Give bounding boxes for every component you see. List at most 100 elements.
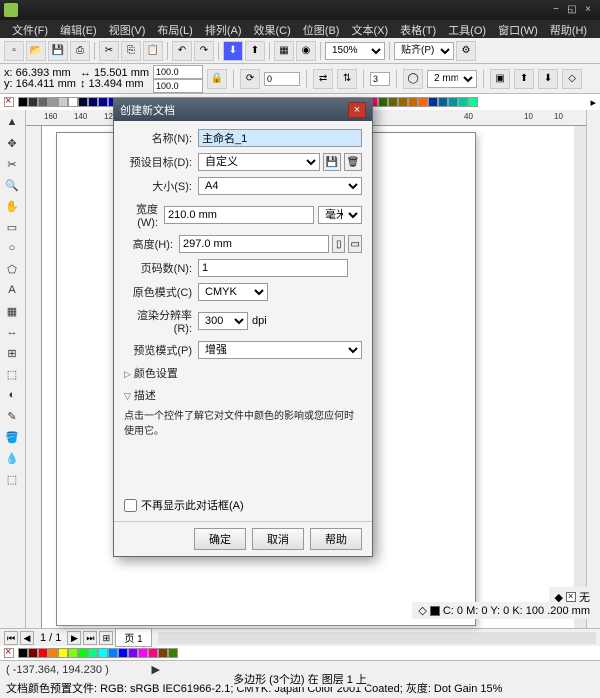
ok-button[interactable]: 确定 — [194, 528, 246, 550]
maximize-button[interactable]: ◱ — [564, 3, 580, 17]
width-unit-select[interactable]: 毫米 — [318, 206, 362, 224]
menu-item[interactable]: 表格(T) — [394, 20, 442, 38]
options-button[interactable]: ⚙ — [456, 41, 476, 61]
color-swatch[interactable] — [78, 97, 88, 107]
help-button[interactable]: 帮助 — [310, 528, 362, 550]
cut-button[interactable]: ✂ — [99, 41, 119, 61]
preview-select[interactable]: 增强 — [198, 341, 362, 359]
export-button[interactable]: ⬆ — [245, 41, 265, 61]
menu-item[interactable]: 排列(A) — [199, 20, 248, 38]
menu-item[interactable]: 工具(O) — [442, 20, 492, 38]
scale-y-input[interactable] — [153, 79, 203, 93]
color-swatch[interactable] — [438, 97, 448, 107]
color-swatch[interactable] — [38, 648, 48, 658]
delete-preset-icon[interactable]: 🗑 — [344, 153, 362, 171]
tool-7[interactable]: ⬠ — [2, 259, 22, 279]
portrait-icon[interactable]: ▯ — [332, 235, 346, 253]
tool-14[interactable]: ✎ — [2, 406, 22, 426]
color-swatch[interactable] — [428, 97, 438, 107]
noshow-checkbox[interactable] — [124, 499, 137, 512]
menu-item[interactable]: 视图(V) — [103, 20, 152, 38]
import-button[interactable]: ⬇ — [223, 41, 243, 61]
color-swatch[interactable] — [18, 97, 28, 107]
color-swatch[interactable] — [418, 97, 428, 107]
tool-9[interactable]: ▦ — [2, 301, 22, 321]
tool-3[interactable]: 🔍 — [2, 175, 22, 195]
dialog-titlebar[interactable]: 创建新文档 × — [114, 99, 372, 121]
color-swatch[interactable] — [48, 648, 58, 658]
tool-15[interactable]: 🪣 — [2, 427, 22, 447]
color-swatch[interactable] — [98, 648, 108, 658]
tool-11[interactable]: ⊞ — [2, 343, 22, 363]
dialog-close-button[interactable]: × — [348, 102, 366, 118]
color-swatch[interactable] — [48, 97, 58, 107]
palette-scroll-right-icon[interactable]: ▸ — [590, 96, 596, 109]
color-swatch[interactable] — [118, 648, 128, 658]
color-settings-section[interactable]: ▷颜色设置 — [124, 365, 362, 381]
no-fill-swatch[interactable] — [4, 97, 14, 107]
menu-item[interactable]: 窗口(W) — [492, 20, 544, 38]
colormode-select[interactable]: CMYK — [198, 283, 268, 301]
color-swatch[interactable] — [408, 97, 418, 107]
tool-13[interactable]: ◐ — [2, 385, 22, 405]
color-swatch[interactable] — [68, 97, 78, 107]
add-page-button[interactable]: ⊞ — [99, 631, 113, 645]
rotate-button[interactable]: ⟳ — [240, 69, 260, 89]
menu-item[interactable]: 编辑(E) — [54, 20, 103, 38]
horizontal-scrollbar[interactable] — [158, 632, 596, 644]
snap-select[interactable]: 贴齐(P) — [394, 42, 454, 60]
pages-input[interactable] — [198, 259, 348, 277]
menu-item[interactable]: 位图(B) — [297, 20, 346, 38]
color-swatch[interactable] — [148, 648, 158, 658]
size-select[interactable]: A4 — [198, 177, 362, 195]
print-button[interactable]: ⎙ — [70, 41, 90, 61]
color-swatch[interactable] — [468, 97, 478, 107]
color-swatch[interactable] — [458, 97, 468, 107]
color-swatch[interactable] — [108, 648, 118, 658]
color-swatch[interactable] — [138, 648, 148, 658]
color-swatch[interactable] — [38, 97, 48, 107]
scale-x-input[interactable] — [153, 65, 203, 79]
tool-5[interactable]: ▭ — [2, 217, 22, 237]
tool-8[interactable]: A — [2, 280, 22, 300]
color-swatch[interactable] — [18, 648, 28, 658]
menu-item[interactable]: 帮助(H) — [544, 20, 593, 38]
color-swatch[interactable] — [28, 97, 38, 107]
color-swatch[interactable] — [98, 97, 108, 107]
color-swatch[interactable] — [158, 648, 168, 658]
page-tab[interactable]: 页 1 — [115, 628, 151, 647]
undo-button[interactable]: ↶ — [172, 41, 192, 61]
close-button[interactable]: × — [580, 3, 596, 17]
vertical-scrollbar[interactable] — [574, 126, 586, 628]
lock-ratio-button[interactable]: 🔒 — [207, 69, 227, 89]
copy-button[interactable]: ⎘ — [121, 41, 141, 61]
tool-12[interactable]: ⬚ — [2, 364, 22, 384]
new-button[interactable]: ▫ — [4, 41, 24, 61]
wrap-button[interactable]: ▣ — [490, 69, 510, 89]
color-swatch[interactable] — [68, 648, 78, 658]
tool-1[interactable]: ✥ — [2, 133, 22, 153]
color-swatch[interactable] — [448, 97, 458, 107]
menu-item[interactable]: 文本(X) — [345, 20, 394, 38]
welcome-button[interactable]: ◉ — [296, 41, 316, 61]
tool-0[interactable]: ▲ — [2, 112, 22, 132]
color-swatch[interactable] — [78, 648, 88, 658]
zoom-select[interactable]: 150% — [325, 42, 385, 60]
color-swatch[interactable] — [88, 97, 98, 107]
back-button[interactable]: ⬇ — [538, 69, 558, 89]
tool-6[interactable]: ○ — [2, 238, 22, 258]
tool-16[interactable]: 💧 — [2, 448, 22, 468]
cancel-button[interactable]: 取消 — [252, 528, 304, 550]
menu-item[interactable]: 效果(C) — [248, 20, 297, 38]
first-page-button[interactable]: ⏮ — [4, 631, 18, 645]
description-section[interactable]: ▽描述 — [124, 387, 362, 403]
color-swatch[interactable] — [88, 648, 98, 658]
color-swatch[interactable] — [58, 97, 68, 107]
convert-button[interactable]: ◇ — [562, 69, 582, 89]
angle-input[interactable] — [264, 72, 300, 86]
save-preset-icon[interactable]: 💾 — [323, 153, 341, 171]
tool-4[interactable]: ✋ — [2, 196, 22, 216]
color-swatch[interactable] — [58, 648, 68, 658]
paste-button[interactable]: 📋 — [143, 41, 163, 61]
color-swatch[interactable] — [28, 648, 38, 658]
